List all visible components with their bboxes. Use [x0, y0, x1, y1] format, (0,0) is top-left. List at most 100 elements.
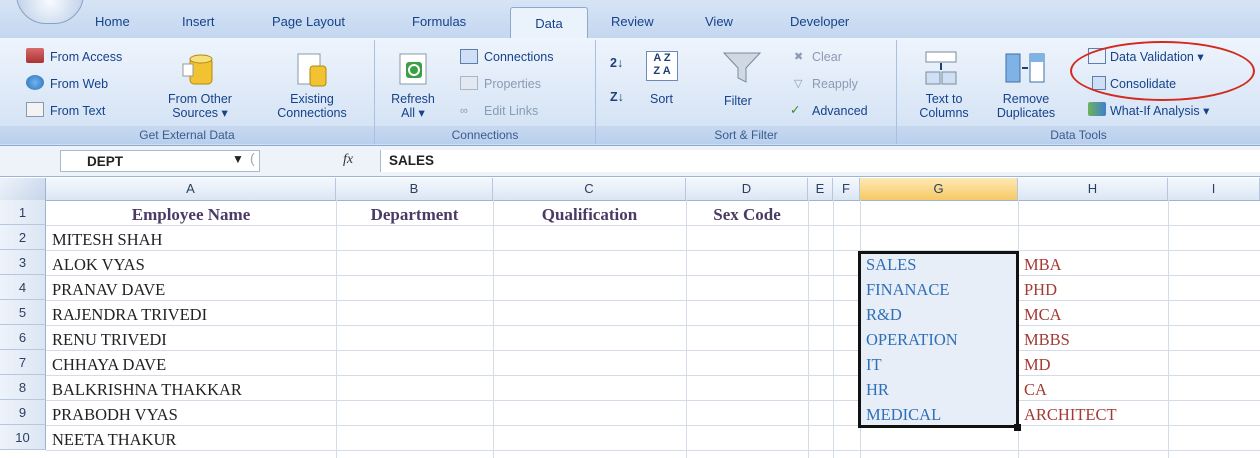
cell-qualification-list[interactable]: MCA — [1024, 302, 1062, 327]
advanced-button[interactable]: Advanced — [812, 104, 868, 118]
gridline — [833, 200, 834, 458]
database-icon — [180, 50, 220, 90]
cell-qualification-list[interactable]: MBBS — [1024, 327, 1070, 352]
edit-links-button[interactable]: Edit Links — [484, 104, 538, 118]
column-header-b[interactable]: B — [336, 178, 493, 200]
name-box-dropdown-icon[interactable]: ▼ — [232, 152, 244, 166]
insert-function-icon[interactable]: fx — [343, 152, 353, 168]
text-to-columns-line2[interactable]: Columns — [912, 106, 976, 120]
gridline — [46, 325, 1260, 326]
cell-department-list[interactable]: IT — [866, 352, 882, 377]
from-web-button[interactable]: From Web — [50, 77, 108, 91]
cell-employee-name[interactable]: RENU TRIVEDI — [52, 327, 167, 352]
column-header-f[interactable]: F — [833, 178, 860, 200]
row-header[interactable]: 4 — [0, 275, 46, 300]
text-to-columns-line1[interactable]: Text to — [912, 92, 976, 106]
tab-review[interactable]: Review — [611, 14, 654, 29]
tab-insert[interactable]: Insert — [182, 14, 215, 29]
tab-home[interactable]: Home — [95, 14, 130, 29]
from-access-button[interactable]: From Access — [50, 50, 122, 64]
cell-employee-name[interactable]: RAJENDRA TRIVEDI — [52, 302, 207, 327]
cell-employee-name[interactable]: PRABODH VYAS — [52, 402, 178, 427]
reapply-button[interactable]: Reapply — [812, 77, 858, 91]
column-header-d[interactable]: D — [686, 178, 808, 200]
column-header-c[interactable]: C — [493, 178, 686, 200]
cell-qualification-list[interactable]: MBA — [1024, 252, 1062, 277]
from-other-sources-line2[interactable]: Sources ▾ — [154, 106, 246, 120]
cell-department-list[interactable]: SALES — [866, 252, 916, 277]
cell-qualification-list[interactable]: CA — [1024, 377, 1047, 402]
cell-employee-name[interactable]: PRANAV DAVE — [52, 277, 165, 302]
column-header-g[interactable]: G — [860, 178, 1018, 200]
column-header-i[interactable]: I — [1168, 178, 1260, 200]
tab-page-layout[interactable]: Page Layout — [272, 14, 345, 29]
connections-button[interactable]: Connections — [484, 50, 554, 64]
cell-employee-name[interactable]: MITESH SHAH — [52, 227, 162, 252]
cell-department-list[interactable]: OPERATION — [866, 327, 958, 352]
gridline — [46, 275, 1260, 276]
what-if-analysis-button[interactable]: What-If Analysis ▾ — [1110, 104, 1209, 118]
clear-button[interactable]: Clear — [812, 50, 842, 64]
cell-qualification-list[interactable]: MD — [1024, 352, 1051, 377]
cell-employee-name[interactable]: BALKRISHNA THAKKAR — [52, 377, 242, 402]
cell-c1[interactable]: Qualification — [493, 202, 686, 227]
row-header[interactable]: 9 — [0, 400, 46, 425]
tab-developer[interactable]: Developer — [790, 14, 849, 29]
sort-z-to-a-icon[interactable]: Z↓ — [610, 90, 624, 104]
existing-connections-icon — [292, 50, 332, 90]
row-header[interactable]: 3 — [0, 250, 46, 275]
annotation-red-oval — [1070, 41, 1255, 101]
remove-duplicates-icon — [1004, 50, 1046, 86]
tab-data[interactable]: Data — [510, 7, 588, 40]
cell-employee-name[interactable]: NEETA THAKUR — [52, 427, 176, 452]
remove-duplicates-line1[interactable]: Remove — [990, 92, 1062, 106]
gridline — [46, 350, 1260, 351]
existing-connections-line1[interactable]: Existing — [262, 92, 362, 106]
gridline — [336, 200, 337, 458]
column-header-a[interactable]: A — [46, 178, 336, 200]
filter-button[interactable]: Filter — [724, 94, 752, 108]
row-header[interactable]: 2 — [0, 225, 46, 250]
cell-b1[interactable]: Department — [336, 202, 493, 227]
row-header[interactable]: 10 — [0, 425, 46, 450]
cell-department-list[interactable]: HR — [866, 377, 889, 402]
properties-icon — [460, 76, 478, 90]
sort-dialog-icon: A ZZ A — [646, 51, 678, 81]
resize-handle-icon[interactable]: ( — [250, 150, 255, 166]
properties-button[interactable]: Properties — [484, 77, 541, 91]
cell-qualification-list[interactable]: ARCHITECT — [1024, 402, 1117, 427]
access-icon — [26, 48, 44, 63]
cell-qualification-list[interactable]: PHD — [1024, 277, 1057, 302]
refresh-all-line2[interactable]: All ▾ — [385, 106, 441, 120]
name-box[interactable]: DEPT — [60, 150, 260, 172]
select-all-button[interactable] — [0, 178, 46, 200]
sort-button[interactable]: Sort — [650, 92, 673, 106]
row-header[interactable]: 7 — [0, 350, 46, 375]
row-header[interactable]: 8 — [0, 375, 46, 400]
cell-employee-name[interactable]: ALOK VYAS — [52, 252, 145, 277]
tab-view[interactable]: View — [705, 14, 733, 29]
from-text-button[interactable]: From Text — [50, 104, 105, 118]
column-header-e[interactable]: E — [808, 178, 833, 200]
row-header[interactable]: 6 — [0, 325, 46, 350]
from-other-sources-line1[interactable]: From Other — [154, 92, 246, 106]
gridline — [46, 250, 1260, 251]
row-header[interactable]: 1 — [0, 200, 46, 225]
refresh-icon — [396, 52, 432, 86]
fill-handle[interactable] — [1014, 424, 1021, 431]
tab-formulas[interactable]: Formulas — [412, 14, 466, 29]
remove-duplicates-line2[interactable]: Duplicates — [990, 106, 1062, 120]
cell-employee-name[interactable]: CHHAYA DAVE — [52, 352, 166, 377]
formula-input[interactable]: SALES — [380, 150, 1260, 172]
cell-d1[interactable]: Sex Code — [686, 202, 808, 227]
existing-connections-line2[interactable]: Connections — [262, 106, 362, 120]
cell-department-list[interactable]: MEDICAL — [866, 402, 941, 427]
row-header[interactable]: 5 — [0, 300, 46, 325]
cell-department-list[interactable]: FINANACE — [866, 277, 949, 302]
sort-a-to-z-icon[interactable]: 2↓ — [610, 56, 623, 70]
cell-a1[interactable]: Employee Name — [46, 202, 336, 227]
refresh-all-line1[interactable]: Refresh — [385, 92, 441, 106]
gridline — [808, 200, 809, 458]
column-header-h[interactable]: H — [1018, 178, 1168, 200]
cell-department-list[interactable]: R&D — [866, 302, 902, 327]
